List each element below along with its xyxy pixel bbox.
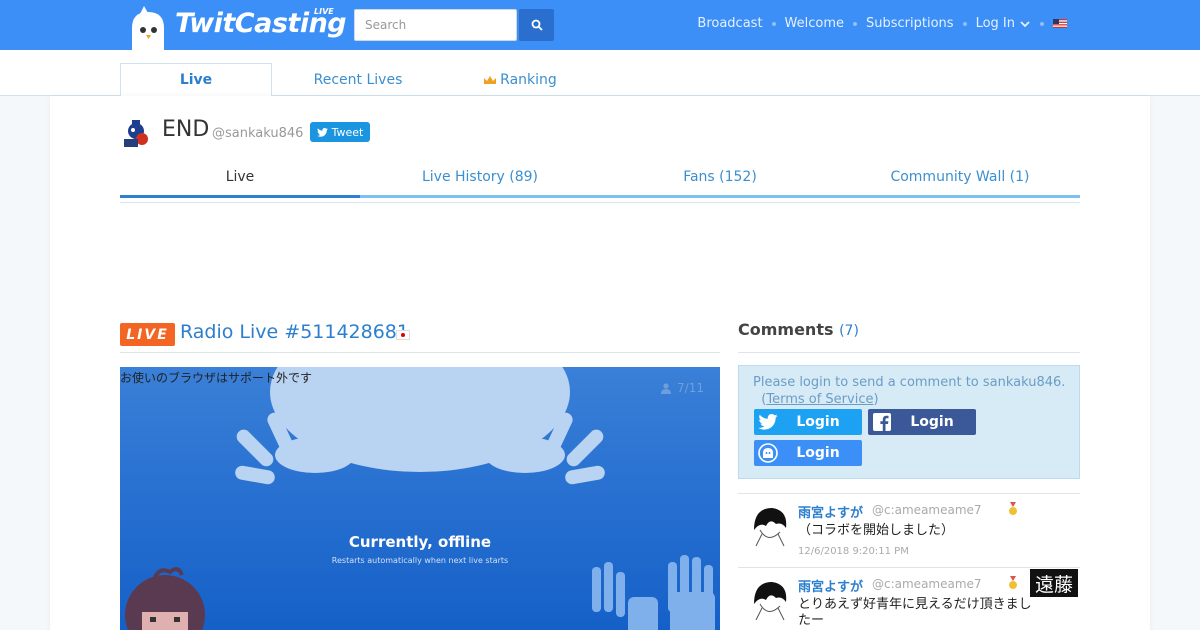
- offline-subtitle: Restarts automatically when next live st…: [331, 556, 509, 565]
- comment-handle: @c:ameameame7: [872, 577, 982, 591]
- tab-recent-lives[interactable]: Recent Lives: [272, 63, 444, 96]
- twitter-login-label: Login: [796, 414, 840, 430]
- comment-author[interactable]: 雨宮よすが: [798, 502, 863, 521]
- medal-icon: [1009, 576, 1017, 589]
- nav-separator: [771, 21, 776, 26]
- search-icon: [531, 19, 543, 31]
- medal-icon: [1009, 502, 1017, 515]
- chevron-down-icon[interactable]: [1019, 19, 1031, 29]
- top-header: TwitCasting LIVE Broadcast Welcome Subsc…: [0, 0, 1200, 50]
- terms-of-service-link[interactable]: Terms of Service: [766, 392, 873, 407]
- main-tabs: Live Recent Lives Ranking: [0, 50, 1200, 97]
- twitcasting-login-label: Login: [796, 445, 840, 461]
- facebook-icon: [868, 409, 896, 435]
- comments-count-close: ): [853, 323, 859, 339]
- twitter-icon: [316, 127, 328, 137]
- viewer-count: 7/11: [661, 381, 704, 395]
- twitcasting-icon: [754, 440, 782, 466]
- comment-text: とりあえず好青年に見えるだけ頂きましたー: [798, 597, 1032, 628]
- person-icon: [661, 382, 672, 394]
- tweet-label: Tweet: [331, 125, 364, 139]
- viewer-count-value: 7/11: [677, 381, 704, 395]
- crown-icon: [484, 75, 497, 84]
- twitter-login-button[interactable]: Login: [754, 409, 862, 435]
- username: END: [162, 117, 210, 142]
- nav-separator: [962, 21, 967, 26]
- live-title[interactable]: Radio Live #511428681: [180, 321, 409, 343]
- comment-text: （コラボを開始しました）: [798, 523, 955, 538]
- tab-live-history[interactable]: Live History (89): [360, 160, 600, 198]
- tos-close-paren: ): [873, 392, 879, 407]
- comment-author[interactable]: 雨宮よすが: [798, 576, 863, 595]
- live-badge: LIVE: [120, 323, 175, 346]
- search-button[interactable]: [519, 9, 554, 41]
- tab-ranking[interactable]: Ranking: [470, 63, 570, 96]
- facebook-login-button[interactable]: Login: [868, 409, 976, 435]
- comment-avatar[interactable]: [746, 574, 794, 622]
- twitter-icon: [754, 409, 782, 435]
- nav-login[interactable]: Log In: [976, 16, 1015, 31]
- site-logo[interactable]: TwitCasting LIVE: [126, 4, 347, 50]
- tab-live[interactable]: Live: [120, 63, 272, 97]
- video-player[interactable]: お使いのブラウザはサポート外です 7/11 Currently, offline…: [120, 367, 720, 630]
- offline-title: Currently, offline: [348, 533, 492, 551]
- tab-profile-live[interactable]: Live: [120, 160, 360, 198]
- login-prompt: Please login to send a comment to sankak…: [753, 374, 1073, 408]
- nav-subscriptions[interactable]: Subscriptions: [866, 16, 954, 31]
- bird-logo-icon: [132, 6, 164, 50]
- facebook-login-label: Login: [910, 414, 954, 430]
- nav-welcome[interactable]: Welcome: [785, 16, 844, 31]
- us-flag-icon[interactable]: [1053, 19, 1067, 28]
- comment-avatar[interactable]: [746, 500, 794, 548]
- comment-handle: @c:ameameame7: [872, 503, 982, 517]
- nav-separator: [853, 21, 858, 26]
- tab-community-wall[interactable]: Community Wall (1): [840, 160, 1080, 198]
- live-title-row: LIVE Radio Live #511428681: [120, 320, 720, 353]
- jp-flag-icon: [396, 330, 410, 340]
- comment-timestamp: 12/6/2018 9:20:11 PM: [798, 546, 909, 557]
- comment-login-box: Please login to send a comment to sankak…: [738, 365, 1080, 479]
- top-nav: Broadcast Welcome Subscriptions Log In: [697, 16, 1067, 31]
- tweet-button[interactable]: Tweet: [310, 122, 370, 142]
- nav-broadcast[interactable]: Broadcast: [697, 16, 762, 31]
- login-prompt-text: Please login to send a comment to sankak…: [753, 375, 1066, 390]
- user-handle: @sankaku846: [212, 126, 304, 141]
- brand-live-tag: LIVE: [314, 7, 334, 16]
- tab-ranking-label: Ranking: [500, 71, 557, 88]
- comments-heading: Comments (7): [738, 320, 1080, 353]
- tab-fans[interactable]: Fans (152): [600, 160, 840, 198]
- comment-item: 雨宮よすが @c:ameameame7 （コラボを開始しました） 12/6/20…: [738, 493, 1080, 566]
- nav-separator: [1040, 21, 1044, 26]
- comment-item: 雨宮よすが @c:ameameame7 遠藤 とりあえず好青年に見えるだけ頂きま…: [738, 567, 1080, 630]
- profile-tabs: Live Live History (89) Fans (152) Commun…: [120, 160, 1080, 198]
- avatar[interactable]: [120, 117, 152, 149]
- search-input[interactable]: [354, 9, 517, 41]
- unsupported-browser-message: お使いのブラウザはサポート外です: [120, 371, 313, 385]
- divider: [120, 202, 1080, 203]
- twitcasting-login-button[interactable]: Login: [754, 440, 862, 466]
- comments-title: Comments: [738, 320, 834, 339]
- comment-sticker: 遠藤: [1030, 569, 1078, 597]
- offline-mascot-illustration: [125, 367, 715, 630]
